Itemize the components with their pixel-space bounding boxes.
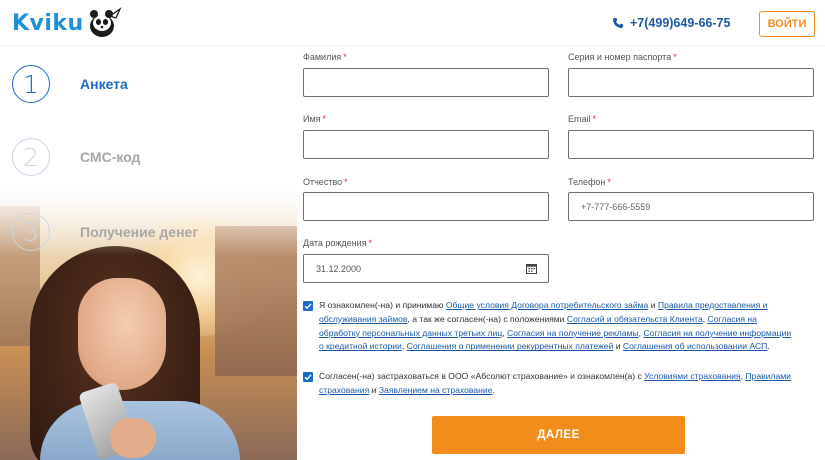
consent-insurance-checkbox[interactable] [303,372,313,382]
birth-date-field[interactable]: 31.12.2000 [303,254,549,283]
logo[interactable]: Kviku [12,6,122,40]
client-consents-link[interactable]: Согласий и обязательств Клиента [567,314,703,324]
panda-icon [89,7,122,37]
step-number: 3 [12,213,50,251]
general-terms-link[interactable]: Общие условия Договора потребительского … [446,300,649,310]
step-label: Анкета [80,76,128,92]
step-label: СМС-код [80,149,141,165]
consent-loan-checkbox[interactable] [303,301,313,311]
consent-insurance: Согласен(-на) застраховаться в ООО «Абсо… [303,370,793,398]
insurance-application-link[interactable]: Заявлением на страхование [379,385,493,395]
left-panel: 1 Анкета 2 СМС-код 3 Получение денег [0,46,297,460]
patronymic-field[interactable] [303,192,549,221]
birth-date-label: Дата рождения * [303,238,373,248]
phone-field[interactable]: +7-777-666-5559 [568,192,814,221]
last-name-field[interactable] [303,68,549,97]
advertising-consent-link[interactable]: Согласия на получение рекламы [507,328,639,338]
application-form: Фамилия * Серия и номер паспорта * Имя * Em… [297,46,825,460]
insurance-conditions-link[interactable]: Условиями страхования [644,371,740,381]
next-button[interactable]: ДАЛЕЕ [432,416,685,454]
step-1: 1 Анкета [12,65,128,103]
phone-icon [613,18,623,28]
passport-field[interactable] [568,68,814,97]
recurring-payments-link[interactable]: Соглашения о применении рекуррентных пла… [407,341,614,351]
email-field[interactable] [568,130,814,159]
step-2: 2 СМС-код [12,138,140,176]
phone-label: Телефон * [568,177,611,187]
checkmark-icon [304,374,312,381]
step-label: Получение денег [80,224,199,240]
logo-text: Kviku [12,10,84,36]
phone-link[interactable]: +7(499)649-66-75 [612,16,730,30]
email-label: Email * [568,114,597,124]
first-name-label: Имя * [303,114,327,124]
phone-number: +7(499)649-66-75 [630,16,731,30]
consent-loan-text: Я ознакомлен(-на) и принимаю Общие услов… [319,300,792,352]
consent-insurance-text: Согласен(-на) застраховаться в ООО «Абсо… [319,371,791,395]
first-name-field[interactable] [303,130,549,159]
birth-date-value: 31.12.2000 [316,263,362,274]
checkmark-icon [304,303,312,310]
step-number: 2 [12,138,50,176]
header: Kviku +7(499)649-66-75 ВОЙТИ [0,0,825,46]
calendar-icon[interactable] [526,263,537,274]
last-name-label: Фамилия * [303,52,347,62]
step-number: 1 [12,65,50,103]
patronymic-label: Отчество * [303,177,348,187]
step-3: 3 Получение денег [12,213,198,251]
passport-label: Серия и номер паспорта * [568,52,677,62]
asp-agreement-link[interactable]: Соглашения об использовании АСП [623,341,767,351]
login-button[interactable]: ВОЙТИ [759,11,815,37]
consent-loan-terms: Я ознакомлен(-на) и принимаю Общие услов… [303,299,793,354]
